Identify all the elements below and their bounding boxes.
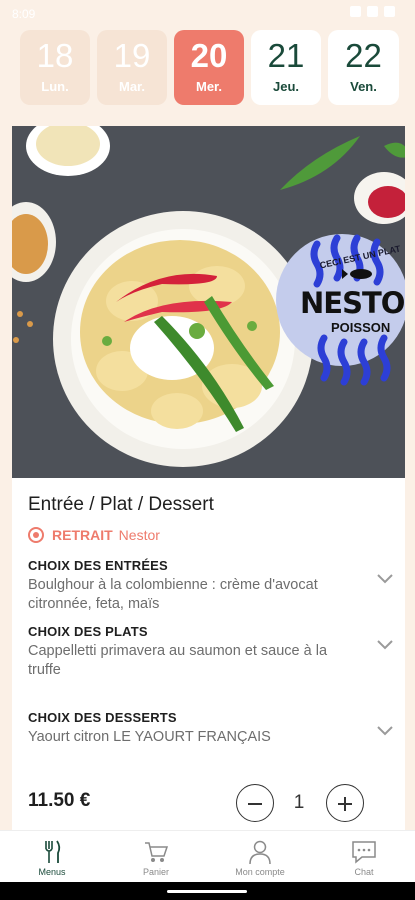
day-number: 21 <box>267 37 305 74</box>
nav-account[interactable]: Mon compte <box>208 831 312 883</box>
day-label: Lun. <box>41 79 69 94</box>
location-pin-icon <box>28 527 44 543</box>
choice-heading: CHOIX DES ENTRÉES <box>28 558 168 573</box>
chevron-down-icon[interactable] <box>375 568 395 588</box>
day-label: Ven. <box>350 79 377 94</box>
decrease-quantity-button[interactable] <box>236 784 274 822</box>
wifi-icon <box>367 6 378 17</box>
pickup-label: RETRAIT <box>52 527 113 543</box>
choice-value: Yaourt citron LE YAOURT FRANÇAIS <box>28 729 271 745</box>
menu-title: Entrée / Plat / Dessert <box>28 494 214 515</box>
bottom-navigation: Menus Panier Mon compte Chat <box>0 830 415 882</box>
system-icons <box>350 6 395 17</box>
day-number: 19 <box>113 37 151 74</box>
nav-label: Chat <box>354 867 374 877</box>
choice-dessert[interactable]: CHOIX DES DESSERTS Yaourt citron LE YAOU… <box>28 710 395 747</box>
choice-value: Boulghour à la colombienne : crème d'avo… <box>28 577 318 612</box>
status-time: 8:09 <box>12 7 36 21</box>
chevron-down-icon[interactable] <box>375 720 395 740</box>
quantity-stepper: 1 <box>236 784 366 824</box>
increase-quantity-button[interactable] <box>326 784 364 822</box>
fork-knife-icon <box>45 840 61 863</box>
nav-cart[interactable]: Panier <box>104 831 208 883</box>
nav-label: Panier <box>142 867 169 877</box>
choice-value: Cappelletti primavera au saumon et sauce… <box>28 643 328 678</box>
nav-chat[interactable]: Chat <box>312 831 415 883</box>
day-tab-19[interactable]: 19 Mar. <box>97 30 167 105</box>
user-icon <box>249 840 271 865</box>
choice-main[interactable]: CHOIX DES PLATS Cappelletti primavera au… <box>28 624 395 680</box>
choice-starter[interactable]: CHOIX DES ENTRÉES Boulghour à la colombi… <box>28 558 395 614</box>
badge-tagline: CECI EST UN PLAT <box>318 243 402 271</box>
chat-icon <box>352 841 376 864</box>
quantity-value: 1 <box>293 792 305 813</box>
choice-heading: CHOIX DES DESSERTS <box>28 710 177 725</box>
nav-menus[interactable]: Menus <box>0 831 104 883</box>
nesto-category-badge: CECI EST UN PLAT NESTO POISSON <box>275 212 405 390</box>
day-tab-22[interactable]: 22 Ven. <box>328 30 399 105</box>
choice-heading: CHOIX DES PLATS <box>28 624 148 639</box>
badge-category: POISSON <box>331 320 391 335</box>
day-selector: 18 Lun. 19 Mar. 20 Mer. 21 Jeu. 22 Ven. <box>0 30 415 106</box>
dish-photo: CECI EST UN PLAT NESTO POISSON <box>12 126 405 478</box>
cart-icon <box>145 842 169 862</box>
system-gesture-bar <box>0 882 415 900</box>
meal-card: CECI EST UN PLAT NESTO POISSON Entrée / … <box>12 126 405 830</box>
price: 11.50 € <box>28 790 91 811</box>
day-number: 20 <box>190 37 228 74</box>
signal-icon <box>350 6 361 17</box>
day-number: 22 <box>345 37 382 74</box>
chevron-down-icon[interactable] <box>375 634 395 654</box>
nav-label: Mon compte <box>235 867 285 877</box>
badge-brand: NESTO <box>300 286 405 320</box>
pickup-location: RETRAIT Nestor <box>28 527 160 543</box>
status-bar: 8:09 <box>0 0 415 26</box>
day-label: Mar. <box>118 79 145 94</box>
day-tab-18[interactable]: 18 Lun. <box>20 30 90 105</box>
pickup-place: Nestor <box>118 527 160 543</box>
day-label: Jeu. <box>272 79 299 94</box>
day-tab-21[interactable]: 21 Jeu. <box>251 30 321 105</box>
day-label: Mer. <box>195 79 222 94</box>
day-number: 18 <box>36 37 74 74</box>
nav-label: Menus <box>38 867 66 877</box>
battery-icon <box>384 6 395 17</box>
day-tab-20[interactable]: 20 Mer. <box>174 30 244 105</box>
home-indicator[interactable] <box>167 890 247 893</box>
